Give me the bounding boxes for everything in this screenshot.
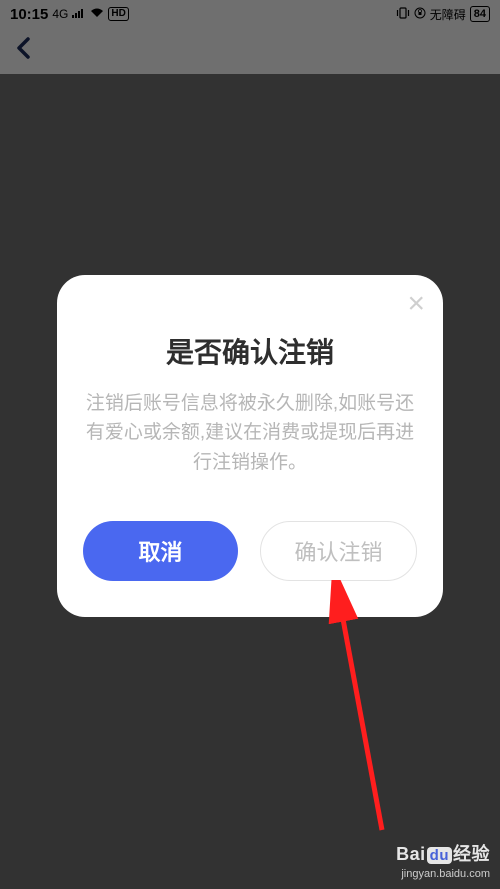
confirm-logout-modal: × 是否确认注销 注销后账号信息将被永久删除,如账号还有爱心或余额,建议在消费或…	[57, 275, 443, 617]
modal-title: 是否确认注销	[83, 331, 417, 371]
cancel-button-label: 取消	[138, 535, 182, 567]
confirm-logout-button[interactable]: 确认注销	[260, 521, 417, 581]
watermark-brand-prefix: Bai	[396, 844, 426, 864]
watermark: Baidu经验 jingyan.baidu.com	[396, 843, 490, 881]
modal-close-button[interactable]: ×	[407, 289, 425, 319]
modal-actions: 取消 确认注销	[83, 521, 417, 581]
watermark-brand-mid: du	[427, 847, 452, 864]
watermark-brand-suffix: 经验	[453, 844, 490, 864]
watermark-url: jingyan.baidu.com	[396, 867, 490, 881]
modal-body-text: 注销后账号信息将被永久删除,如账号还有爱心或余额,建议在消费或提现后再进行注销操…	[83, 389, 417, 477]
confirm-button-label: 确认注销	[294, 535, 382, 567]
cancel-button[interactable]: 取消	[83, 521, 238, 581]
watermark-brand: Baidu经验	[396, 843, 490, 866]
